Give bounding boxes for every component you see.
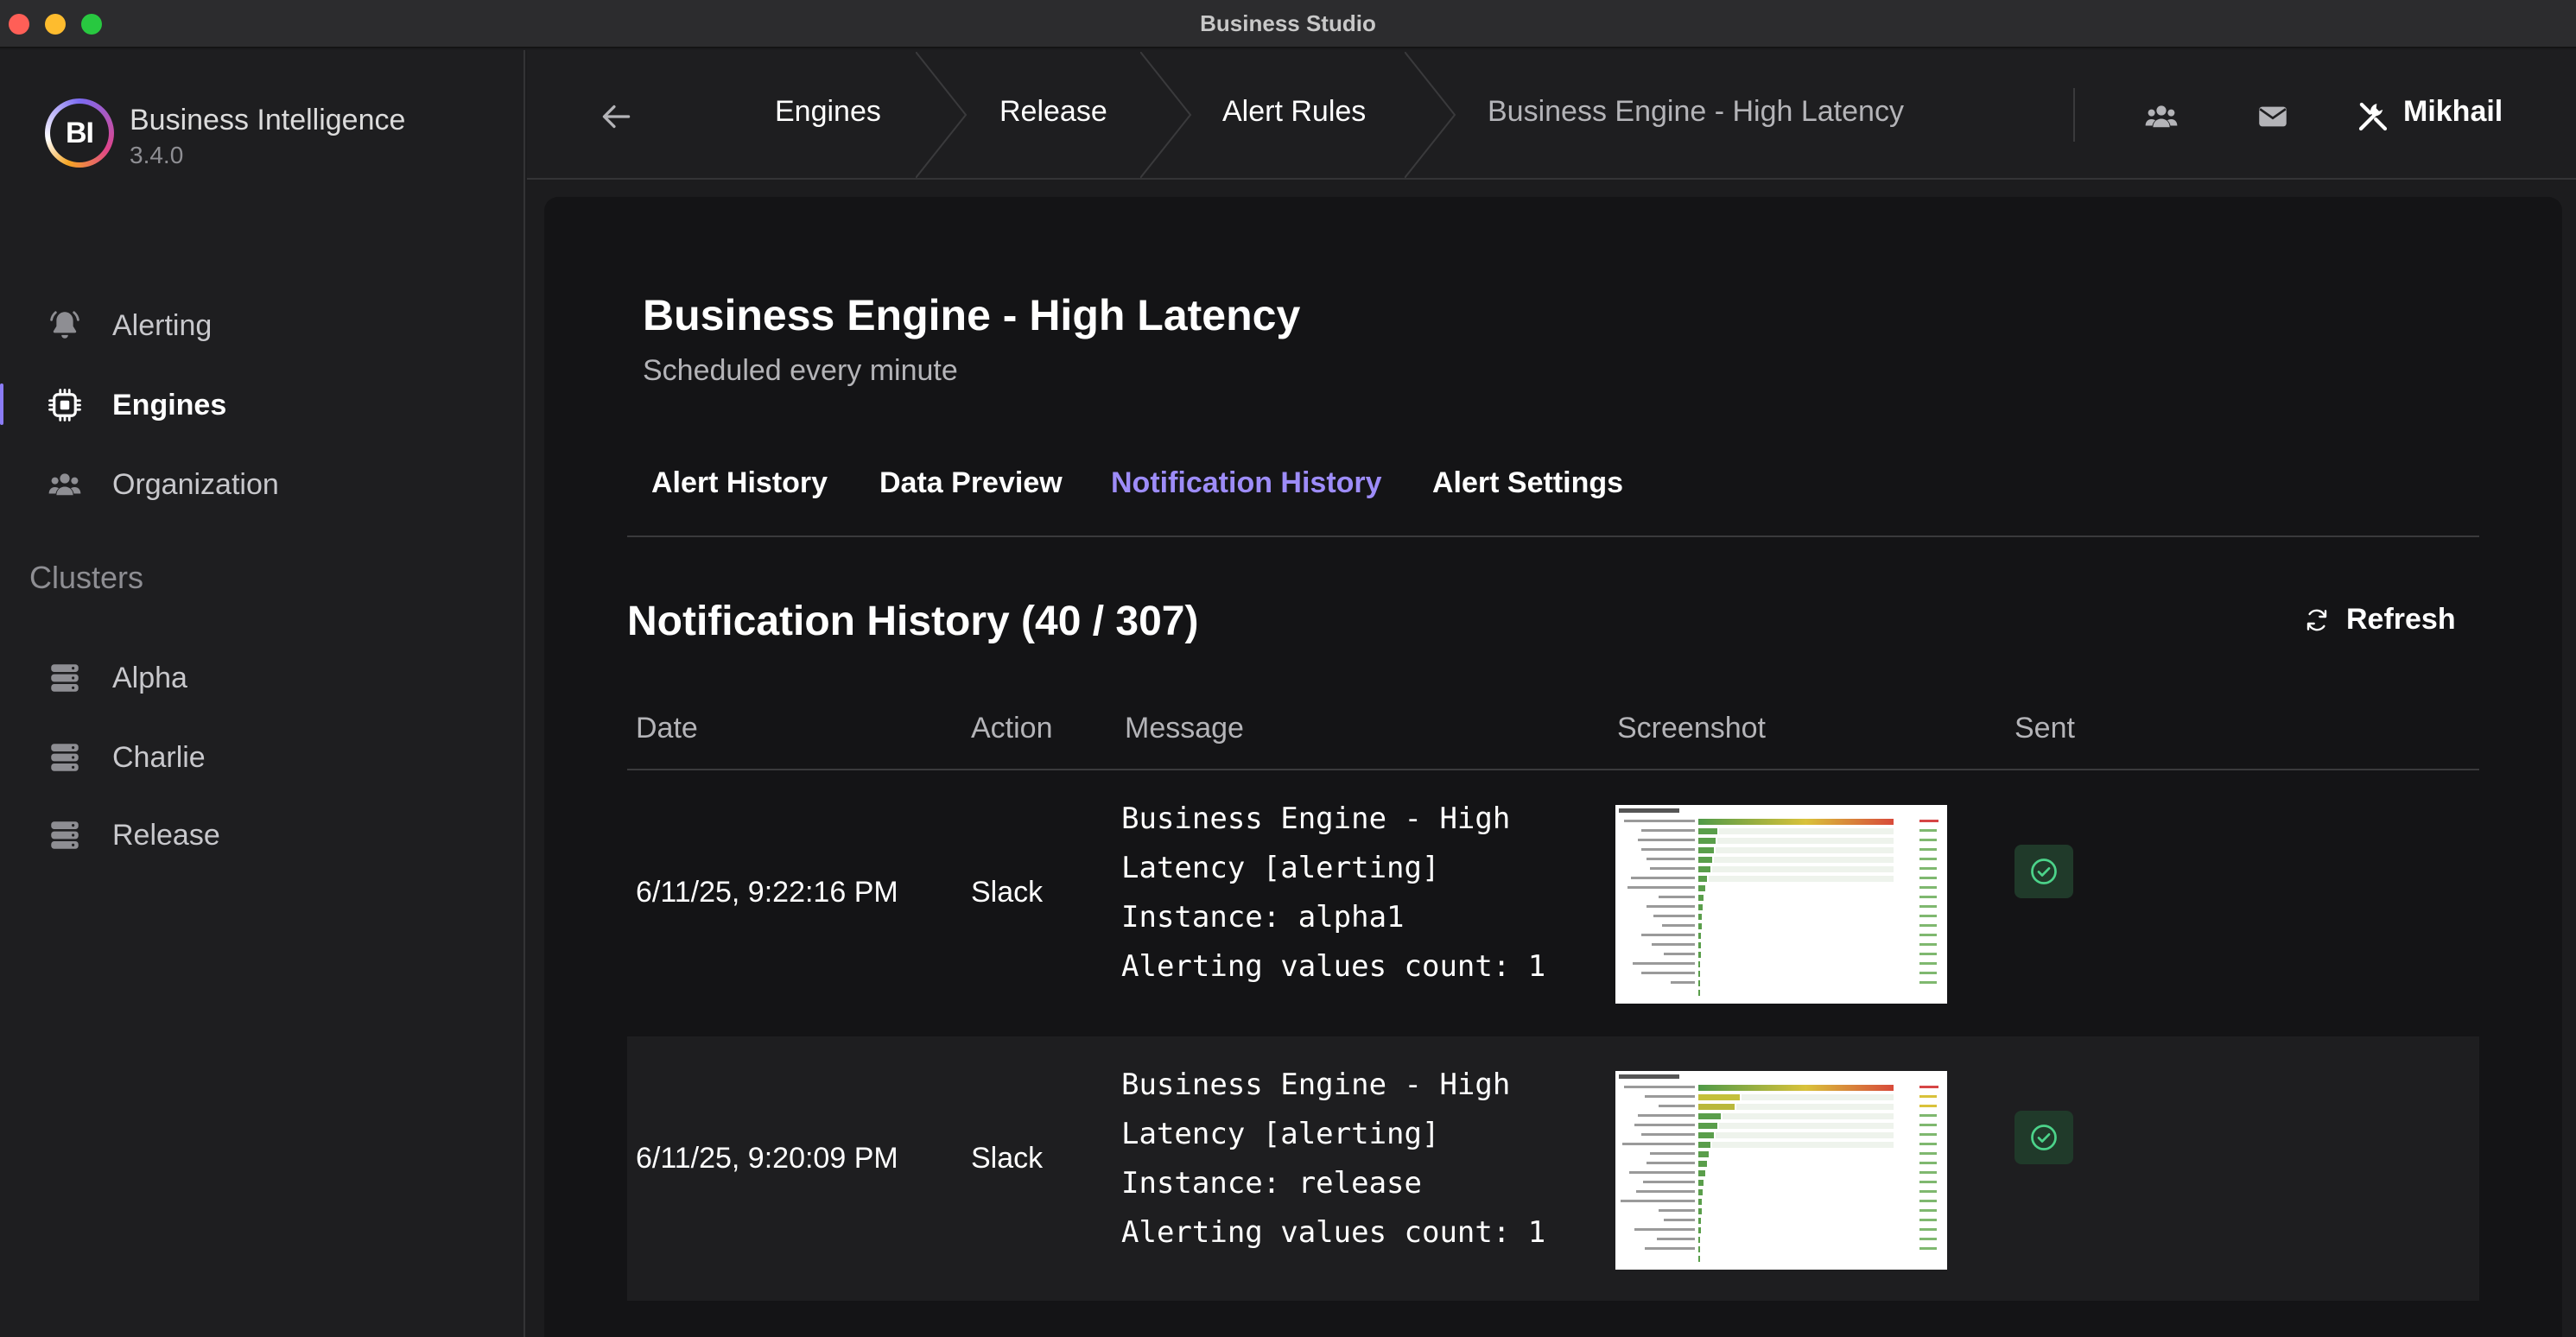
column-header-sent: Sent [2014,712,2075,745]
sidebar-item-label: Organization [112,468,279,501]
breadcrumb-separator [1405,52,1456,178]
tab-notification-history[interactable]: Notification History [1111,466,1382,500]
column-header-screenshot: Screenshot [1617,712,1766,745]
sidebar-item-cluster-release[interactable]: Release [0,802,523,867]
sidebar-item-organization[interactable]: Organization [0,451,523,516]
breadcrumb-separator [916,52,968,178]
main-content: Business Engine - High Latency Scheduled… [544,197,2562,1337]
message-line: Alerting values count: 1 [1121,1215,1546,1250]
brand-logo-text: BI [50,104,109,162]
cell-date: 6/11/25, 9:20:09 PM [636,1142,898,1175]
active-indicator [0,383,3,425]
users-icon[interactable] [2143,98,2179,135]
brand-name: Business Intelligence [130,104,406,136]
cell-date: 6/11/25, 9:22:16 PM [636,876,898,909]
breadcrumb-current: Business Engine - High Latency [1488,95,1904,128]
sidebar-item-cluster-charlie[interactable]: Charlie [0,724,523,789]
sidebar: BI Business Intelligence 3.4.0 Alerting … [0,50,525,1337]
breadcrumb-alert-rules[interactable]: Alert Rules [1222,95,1366,129]
window-title: Business Studio [1200,10,1376,36]
tab-data-preview[interactable]: Data Preview [879,466,1063,500]
sent-status-badge [2014,1111,2073,1164]
screenshot-thumbnail[interactable] [1615,805,1947,1004]
breadcrumb-engines[interactable]: Engines [775,95,881,129]
mail-icon[interactable] [2255,98,2291,135]
sidebar-item-cluster-alpha[interactable]: Alpha [0,644,523,710]
breadcrumb-separator [1140,52,1192,178]
message-line: Alerting values count: 1 [1121,949,1546,984]
sidebar-item-engines[interactable]: Engines [0,371,523,437]
server-stack-icon [51,821,79,849]
check-circle-icon [2031,859,2057,884]
tab-alert-history[interactable]: Alert History [651,466,828,500]
tab-alert-settings[interactable]: Alert Settings [1432,466,1623,500]
sidebar-item-label: Alerting [112,309,213,342]
sidebar-item-label: Release [112,819,220,852]
cell-message: Business Engine - High Latency [alerting… [1121,1061,1545,1258]
message-line: Latency [alerting] [1121,1117,1440,1151]
message-line: Business Engine - High [1121,802,1511,836]
message-line: Instance: release [1121,1166,1422,1201]
check-circle-icon [2031,1125,2057,1150]
back-arrow-icon[interactable] [594,95,638,138]
sidebar-item-alerting[interactable]: Alerting [0,292,523,358]
brand-logo: BI [45,98,114,168]
message-line: Latency [alerting] [1121,851,1440,885]
cpu-chip-icon [48,389,81,421]
sidebar-item-label: Engines [112,389,227,421]
column-header-date: Date [636,712,698,745]
column-header-action: Action [971,712,1053,745]
window-titlebar: Business Studio [0,0,2576,48]
bell-icon [50,311,79,339]
cell-action: Slack [971,876,1044,909]
page-subtitle: Scheduled every minute [643,354,958,387]
page-title: Business Engine - High Latency [643,291,1301,339]
top-header: Engines Release Alert Rules Business Eng… [527,50,2576,180]
sidebar-item-label: Alpha [112,662,187,694]
table-row[interactable]: 6/11/25, 9:22:16 PM Slack Business Engin… [627,770,2479,1035]
section-heading: Notification History (40 / 307) [627,599,1199,644]
refresh-icon [2306,609,2327,631]
server-stack-icon [51,664,79,692]
tabs-divider [627,535,2479,537]
tools-icon[interactable] [2355,98,2391,135]
sent-status-badge [2014,845,2073,898]
message-line: Instance: alpha1 [1121,900,1405,935]
screenshot-thumbnail[interactable] [1615,1071,1947,1270]
cell-message: Business Engine - High Latency [alerting… [1121,795,1545,992]
cell-action: Slack [971,1142,1044,1175]
column-header-message: Message [1125,712,1244,745]
users-icon [48,473,81,496]
header-divider [2073,88,2075,142]
message-line: Business Engine - High [1121,1068,1511,1102]
server-stack-icon [51,744,79,771]
refresh-label: Refresh [2346,603,2456,636]
table-row[interactable]: 6/11/25, 9:20:09 PM Slack Business Engin… [627,1036,2479,1301]
user-name[interactable]: Mikhail [2403,95,2503,129]
sidebar-item-label: Charlie [112,741,206,774]
brand-version: 3.4.0 [130,142,184,168]
breadcrumb-release[interactable]: Release [999,95,1107,129]
clusters-section-title: Clusters [29,560,144,595]
